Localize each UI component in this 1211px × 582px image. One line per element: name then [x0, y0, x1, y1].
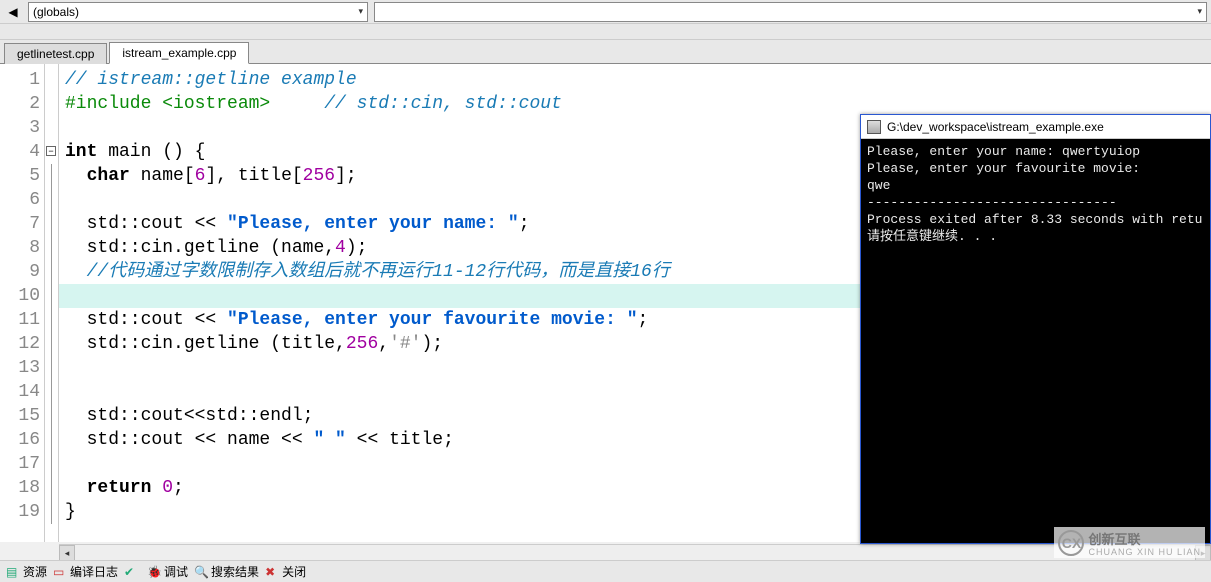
line-number: 13 — [0, 356, 44, 380]
scope-dropdown[interactable]: (globals) ▾ — [28, 2, 368, 22]
log-icon: ▭ — [53, 565, 67, 579]
status-item-search[interactable]: 🔍搜索结果 — [194, 563, 259, 580]
check-icon: ✔ — [124, 565, 138, 579]
line-number: 16 — [0, 428, 44, 452]
status-item-log[interactable]: ▭编译日志 — [53, 563, 118, 580]
status-item-close[interactable]: ✖关闭 — [265, 563, 306, 580]
console-window[interactable]: G:\dev_workspace\istream_example.exe Ple… — [860, 114, 1211, 544]
line-number: 12 — [0, 332, 44, 356]
console-titlebar[interactable]: G:\dev_workspace\istream_example.exe — [861, 115, 1210, 139]
status-label: 搜索结果 — [211, 563, 259, 580]
back-step-icon[interactable]: ◀ — [4, 3, 22, 21]
line-number-gutter: 12345678910111213141516171819 — [0, 64, 45, 542]
line-number: 9 — [0, 260, 44, 284]
tab-label: getlinetest.cpp — [17, 47, 94, 61]
line-number: 2 — [0, 92, 44, 116]
line-number: 11 — [0, 308, 44, 332]
scope-dropdown-value: (globals) — [33, 5, 79, 19]
line-number: 10 — [0, 284, 44, 308]
line-number: 17 — [0, 452, 44, 476]
symbol-dropdown[interactable]: ▾ — [374, 2, 1207, 22]
status-bar: ▤资源 ▭编译日志 ✔ 🐞调试 🔍搜索结果 ✖关闭 — [0, 560, 1211, 582]
tab-label: istream_example.cpp — [122, 46, 236, 60]
tab-istream-example[interactable]: istream_example.cpp — [109, 42, 249, 64]
line-number: 7 — [0, 212, 44, 236]
line-number: 4 — [0, 140, 44, 164]
line-number: 6 — [0, 188, 44, 212]
watermark: CX 创新互联 CHUANG XIN HU LIAN — [1054, 527, 1205, 558]
console-output: Please, enter your name: qwertyuiop Plea… — [861, 139, 1210, 249]
fold-gutter: − — [45, 64, 59, 542]
fold-toggle[interactable]: − — [46, 146, 56, 156]
line-number: 1 — [0, 68, 44, 92]
watermark-brand: 创新互联 — [1088, 532, 1140, 547]
list-icon: ▤ — [6, 565, 20, 579]
status-item-check[interactable]: ✔ — [124, 565, 141, 579]
file-tab-bar: getlinetest.cpp istream_example.cpp — [0, 40, 1211, 64]
line-number: 3 — [0, 116, 44, 140]
secondary-toolbar — [0, 24, 1211, 40]
status-label: 调试 — [164, 563, 188, 580]
status-label: 编译日志 — [70, 563, 118, 580]
tab-getlinetest[interactable]: getlinetest.cpp — [4, 43, 107, 64]
close-icon: ✖ — [265, 565, 279, 579]
console-title: G:\dev_workspace\istream_example.exe — [887, 120, 1104, 134]
editor-horizontal-scrollbar[interactable]: ◂ ▸ — [59, 544, 1211, 560]
status-item-list[interactable]: ▤资源 — [6, 563, 47, 580]
line-number: 15 — [0, 404, 44, 428]
status-item-debug[interactable]: 🐞调试 — [147, 563, 188, 580]
line-number: 5 — [0, 164, 44, 188]
status-label: 关闭 — [282, 563, 306, 580]
debug-icon: 🐞 — [147, 565, 161, 579]
code-line[interactable]: // istream::getline example — [65, 68, 1205, 92]
search-icon: 🔍 — [194, 565, 208, 579]
line-number: 18 — [0, 476, 44, 500]
line-number: 14 — [0, 380, 44, 404]
watermark-sub: CHUANG XIN HU LIAN — [1088, 548, 1201, 556]
chevron-down-icon: ▾ — [1197, 6, 1202, 17]
code-line[interactable]: #include <iostream> // std::cin, std::co… — [65, 92, 1205, 116]
scroll-left-button[interactable]: ◂ — [59, 545, 75, 561]
watermark-logo-icon: CX — [1058, 530, 1084, 556]
chevron-down-icon: ▾ — [358, 6, 363, 17]
app-icon — [867, 120, 881, 134]
status-label: 资源 — [23, 563, 47, 580]
top-toolbar: ◀ (globals) ▾ ▾ — [0, 0, 1211, 24]
line-number: 19 — [0, 500, 44, 524]
line-number: 8 — [0, 236, 44, 260]
